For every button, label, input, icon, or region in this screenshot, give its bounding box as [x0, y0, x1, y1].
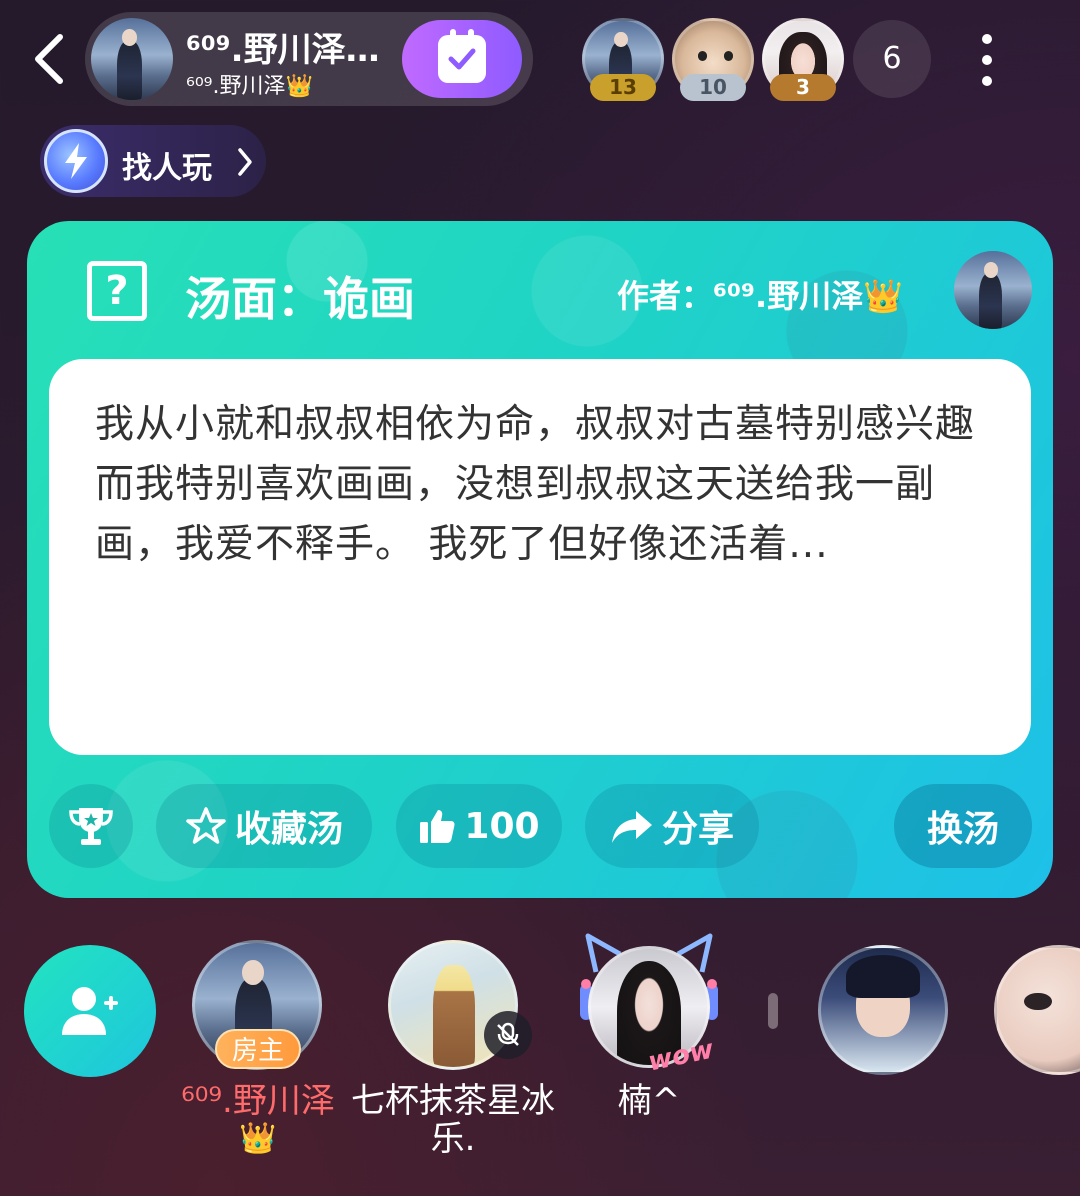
room-info[interactable]: ⁶⁰⁹.野川泽… ⁶⁰⁹.野川泽👑: [85, 12, 533, 106]
favorite-label: 收藏汤: [234, 809, 343, 850]
seat-name: ⁶⁰⁹.野川泽: [181, 1081, 335, 1121]
favorite-button[interactable]: 收藏汤: [156, 784, 372, 868]
avatar[interactable]: [994, 945, 1080, 1075]
author-avatar[interactable]: [954, 251, 1032, 329]
question-icon: ?: [87, 261, 147, 321]
seat-name: 七杯抹茶星冰乐.: [351, 1081, 555, 1159]
trophy-button[interactable]: [49, 784, 133, 868]
find-players-label: 找人玩: [122, 151, 212, 186]
mic-muted-icon: [484, 1011, 532, 1059]
host-badge: 房主: [215, 1029, 301, 1069]
like-count: 100: [464, 805, 540, 847]
chevron-right-icon: [238, 148, 252, 176]
calendar-check-icon: [438, 29, 486, 83]
share-button[interactable]: 分享: [585, 784, 759, 868]
rank-score: 13: [590, 74, 656, 101]
soup-author: 作者：⁶⁰⁹.野川泽👑: [617, 277, 904, 315]
soup-title: 汤面：诡画: [185, 272, 415, 326]
online-count[interactable]: 6: [853, 20, 931, 98]
star-icon: [186, 807, 226, 844]
soup-body: 我从小就和叔叔相依为命，叔叔对古墓特别感兴趣 而我特别喜欢画画，没想到叔叔这天送…: [49, 359, 1031, 755]
room-avatar[interactable]: [91, 18, 173, 100]
more-dot: [982, 76, 992, 86]
rank-item[interactable]: 10: [672, 18, 754, 102]
share-label: 分享: [661, 809, 734, 850]
seat-name: 楠^: [617, 1081, 681, 1121]
like-button[interactable]: 100: [396, 784, 562, 868]
switch-label: 换汤: [926, 809, 999, 850]
crown-icon: 👑: [239, 1121, 277, 1156]
add-user-icon: [62, 987, 118, 1035]
find-players-button[interactable]: 找人玩: [40, 125, 266, 197]
lightning-icon: [44, 129, 108, 193]
room-owner: ⁶⁰⁹.野川泽👑: [186, 74, 313, 99]
back-button[interactable]: [22, 30, 74, 88]
rank-score: 3: [770, 74, 836, 101]
rank-score: 10: [680, 74, 746, 101]
checkin-button[interactable]: [402, 20, 522, 98]
thumbs-up-icon: [420, 810, 455, 843]
avatar[interactable]: [818, 945, 948, 1075]
scroll-divider: [768, 993, 778, 1029]
more-button[interactable]: [970, 30, 1004, 90]
invite-button[interactable]: [24, 945, 156, 1077]
more-dot: [982, 34, 992, 44]
switch-soup-button[interactable]: 换汤: [894, 784, 1032, 868]
soup-card: ? 汤面：诡画 作者：⁶⁰⁹.野川泽👑 我从小就和叔叔相依为命，叔叔对古墓特别感…: [27, 221, 1053, 898]
rank-item[interactable]: 3: [762, 18, 844, 102]
chevron-left-icon: [35, 34, 63, 84]
soup-text: 我从小就和叔叔相依为命，叔叔对古墓特别感兴趣 而我特别喜欢画画，没想到叔叔这天送…: [95, 402, 976, 567]
trophy-icon: [69, 808, 113, 845]
more-dot: [982, 55, 992, 65]
room-title: ⁶⁰⁹.野川泽…: [186, 30, 380, 70]
share-arrow-icon: [611, 811, 652, 843]
rank-item[interactable]: 13: [582, 18, 664, 102]
